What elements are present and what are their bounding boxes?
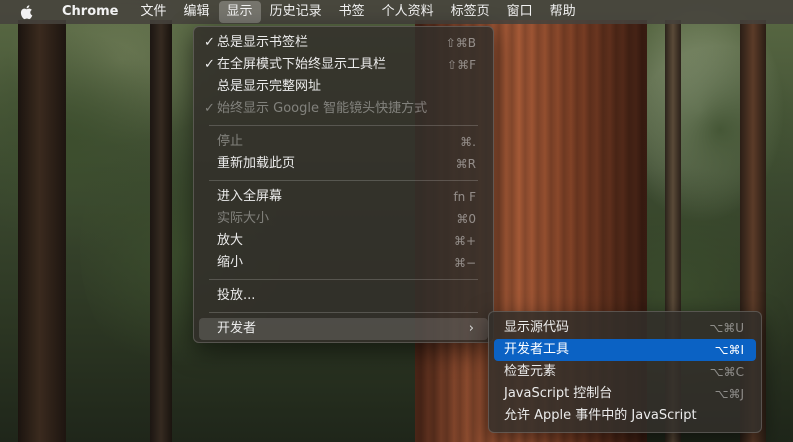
menu-item-stop: 停止 ⌘.	[199, 131, 488, 153]
apple-logo-icon[interactable]	[18, 0, 34, 24]
menu-item-shortcut: ⌘0	[456, 212, 476, 226]
menubar-item-tabs[interactable]: 标签页	[443, 1, 498, 23]
menu-item-zoom-in[interactable]: 放大 ⌘+	[199, 230, 488, 252]
menu-item-zoom-out[interactable]: 缩小 ⌘−	[199, 252, 488, 274]
menu-item-always-show-toolbar-fullscreen[interactable]: ✓ 在全屏模式下始终显示工具栏 ⇧⌘F	[199, 54, 488, 76]
menu-item-cast[interactable]: 投放...	[199, 285, 488, 307]
menu-item-label: 显示源代码	[504, 320, 570, 335]
developer-submenu: 显示源代码 ⌥⌘U 开发者工具 ⌥⌘I 检查元素 ⌥⌘C JavaScript …	[488, 311, 762, 433]
menu-item-google-lens-shortcut: ✓ 始终显示 Google 智能镜头快捷方式	[199, 98, 488, 120]
menu-item-label: 总是显示完整网址	[217, 79, 322, 94]
menu-bar: Chrome 文件 编辑 显示 历史记录 书签 个人资料 标签页 窗口 帮助	[0, 0, 793, 24]
menubar-item-view[interactable]: 显示	[218, 1, 261, 23]
menubar-item-edit[interactable]: 编辑	[176, 1, 218, 23]
menu-item-inspect-element[interactable]: 检查元素 ⌥⌘C	[494, 361, 756, 383]
checkmark-icon: ✓	[204, 101, 215, 116]
menubar-app-name[interactable]: Chrome	[54, 1, 127, 23]
menu-separator	[209, 279, 478, 280]
menu-item-shortcut: ⌥⌘C	[709, 365, 744, 379]
menu-item-shortcut: ⌥⌘I	[714, 343, 744, 357]
menu-item-shortcut: ⌘+	[453, 234, 476, 248]
menu-separator	[209, 125, 478, 126]
menu-item-label: 进入全屏幕	[217, 189, 283, 204]
menu-separator	[209, 180, 478, 181]
menubar-item-file[interactable]: 文件	[133, 1, 175, 23]
menu-item-label: 实际大小	[217, 211, 270, 226]
menubar-item-bookmarks[interactable]: 书签	[331, 1, 373, 23]
menu-item-label: 开发者工具	[504, 342, 570, 357]
menu-item-shortcut: ⌥⌘J	[714, 387, 744, 401]
menu-item-label: 允许 Apple 事件中的 JavaScript	[504, 408, 697, 423]
menu-item-developer[interactable]: 开发者 ›	[199, 318, 488, 340]
menu-item-label: 重新加载此页	[217, 156, 296, 171]
menu-item-label: 在全屏模式下始终显示工具栏	[217, 57, 387, 72]
menu-item-always-show-bookmarks-bar[interactable]: ✓ 总是显示书签栏 ⇧⌘B	[199, 32, 488, 54]
menubar-item-history[interactable]: 历史记录	[262, 1, 330, 23]
menu-item-label: 停止	[217, 134, 244, 149]
menubar-item-help[interactable]: 帮助	[542, 1, 584, 23]
menu-item-label: 放大	[217, 233, 244, 248]
menubar-item-profiles[interactable]: 个人资料	[374, 1, 442, 23]
menu-item-label: 总是显示书签栏	[217, 35, 309, 50]
menu-separator	[209, 312, 478, 313]
menu-item-label: 始终显示 Google 智能镜头快捷方式	[217, 101, 428, 116]
menu-item-label: 检查元素	[504, 364, 557, 379]
menu-item-allow-javascript-apple-events[interactable]: 允许 Apple 事件中的 JavaScript	[494, 405, 756, 427]
menu-item-shortcut: fn F	[453, 190, 476, 204]
menu-item-label: JavaScript 控制台	[504, 386, 613, 401]
menu-item-shortcut: ⌘R	[455, 157, 476, 171]
menu-item-javascript-console[interactable]: JavaScript 控制台 ⌥⌘J	[494, 383, 756, 405]
menu-item-label: 开发者	[217, 321, 257, 336]
menu-item-actual-size: 实际大小 ⌘0	[199, 208, 488, 230]
menu-item-developer-tools[interactable]: 开发者工具 ⌥⌘I	[494, 339, 756, 361]
menu-item-view-source[interactable]: 显示源代码 ⌥⌘U	[494, 317, 756, 339]
chevron-right-icon: ›	[468, 321, 474, 336]
view-menu: ✓ 总是显示书签栏 ⇧⌘B ✓ 在全屏模式下始终显示工具栏 ⇧⌘F 总是显示完整…	[193, 26, 494, 343]
menu-item-shortcut: ⌘−	[453, 256, 476, 270]
checkmark-icon: ✓	[204, 57, 215, 72]
checkmark-icon: ✓	[204, 35, 215, 50]
menu-item-shortcut: ⌘.	[460, 135, 476, 149]
menu-item-label: 缩小	[217, 255, 244, 270]
menu-item-enter-fullscreen[interactable]: 进入全屏幕 fn F	[199, 186, 488, 208]
menu-item-shortcut: ⇧⌘F	[447, 58, 476, 72]
menubar-item-window[interactable]: 窗口	[499, 1, 541, 23]
menu-item-label: 投放...	[217, 288, 256, 303]
menu-item-shortcut: ⇧⌘B	[445, 36, 476, 50]
menu-item-shortcut: ⌥⌘U	[709, 321, 744, 335]
menu-item-always-show-full-url[interactable]: 总是显示完整网址	[199, 76, 488, 98]
menu-item-reload-page[interactable]: 重新加载此页 ⌘R	[199, 153, 488, 175]
